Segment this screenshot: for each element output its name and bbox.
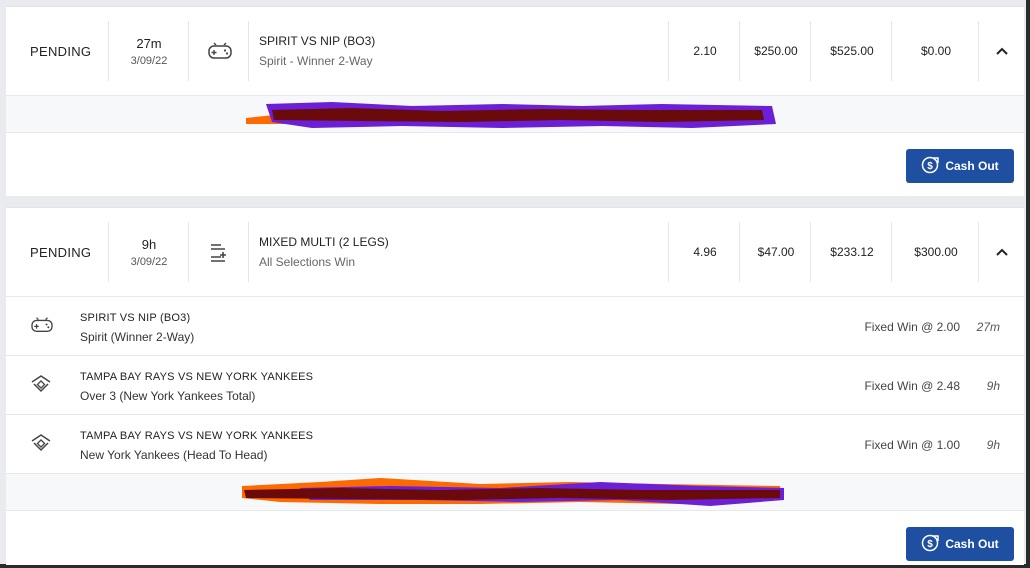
- time-ago: 9h: [141, 236, 157, 252]
- leg-selection: Over 3 (New York Yankees Total): [80, 389, 256, 403]
- bet-date: 3/09/22: [130, 255, 168, 268]
- baseball-diamond-icon: [30, 374, 52, 399]
- column-divider: [891, 21, 892, 81]
- bet-status: PENDING: [30, 244, 92, 260]
- leg-price: Fixed Win @ 2.48: [864, 379, 960, 393]
- bet-summary-row[interactable]: PENDING 27m 3/09/22 SPIRIT VS NIP (BO3) …: [6, 7, 1024, 96]
- event-info: SPIRIT VS NIP (BO3) Spirit - Winner 2-Wa…: [259, 7, 375, 95]
- column-divider: [248, 21, 249, 81]
- leg-price: Fixed Win @ 2.00: [864, 320, 960, 334]
- gamepad-icon: [206, 7, 234, 95]
- column-divider: [739, 21, 740, 81]
- column-divider: [978, 21, 979, 81]
- cash-out-button[interactable]: $ Cash Out: [906, 149, 1014, 183]
- odds-value: 4.96: [693, 245, 717, 259]
- column-divider: [188, 222, 189, 282]
- multi-leg-row: TAMPA BAY RAYS VS NEW YORK YANKEES Over …: [6, 356, 1024, 415]
- event-title: MIXED MULTI (2 LEGS): [259, 235, 389, 249]
- column-divider: [810, 222, 811, 282]
- column-divider: [668, 21, 669, 81]
- stake-value: $47.00: [757, 245, 795, 259]
- leg-time: 9h: [986, 438, 1000, 452]
- gamepad-icon: [30, 315, 54, 340]
- event-info: MIXED MULTI (2 LEGS) All Selections Win: [259, 208, 389, 296]
- column-divider: [739, 222, 740, 282]
- bet-card: PENDING 27m 3/09/22 SPIRIT VS NIP (BO3) …: [6, 6, 1024, 196]
- stake-value: $250.00: [754, 44, 798, 58]
- selection-text: Spirit - Winner 2-Way: [259, 54, 373, 68]
- leg-price: Fixed Win @ 1.00: [864, 438, 960, 452]
- column-divider: [188, 21, 189, 81]
- returns-value: $233.12: [830, 245, 874, 259]
- leg-time: 9h: [986, 379, 1000, 393]
- column-divider: [668, 222, 669, 282]
- baseball-diamond-icon: [30, 433, 52, 458]
- cash-value: $0.00: [920, 44, 952, 58]
- leg-time: 27m: [976, 320, 1000, 334]
- bet-time: 27m 3/09/22: [110, 7, 188, 95]
- column-divider: [810, 21, 811, 81]
- bet-summary-row[interactable]: PENDING 9h 3/09/22 MIXED MULTI (2 LEGS) …: [6, 208, 1024, 297]
- column-divider: [248, 222, 249, 282]
- leg-title: TAMPA BAY RAYS VS NEW YORK YANKEES: [80, 371, 314, 383]
- cash-out-icon: $: [921, 534, 940, 555]
- bet-status: PENDING: [30, 43, 92, 59]
- cash-out-button[interactable]: $ Cash Out: [906, 527, 1014, 561]
- redaction-scribble: [246, 102, 776, 128]
- returns-value: $525.00: [830, 44, 874, 58]
- bet-card: PENDING 9h 3/09/22 MIXED MULTI (2 LEGS) …: [6, 207, 1024, 565]
- cash-out-label: Cash Out: [945, 159, 999, 173]
- leg-selection: Spirit (Winner 2-Way): [80, 330, 195, 344]
- chevron-up-icon[interactable]: [982, 208, 1022, 296]
- multi-leg-row: TAMPA BAY RAYS VS NEW YORK YANKEES New Y…: [6, 415, 1024, 474]
- column-divider: [108, 222, 109, 282]
- odds-value: 2.10: [693, 44, 717, 58]
- multi-bet-icon: [206, 208, 234, 296]
- redacted-area: [6, 96, 1024, 133]
- column-divider: [891, 222, 892, 282]
- window-edge-right: [1026, 0, 1030, 568]
- chevron-up-icon[interactable]: [982, 7, 1022, 95]
- bet-time: 9h 3/09/22: [110, 208, 188, 296]
- redaction-scribble: [242, 478, 784, 506]
- multi-leg-row: SPIRIT VS NIP (BO3) Spirit (Winner 2-Way…: [6, 297, 1024, 356]
- bet-date: 3/09/22: [130, 54, 168, 67]
- leg-title: SPIRIT VS NIP (BO3): [80, 312, 191, 324]
- cash-out-label: Cash Out: [945, 537, 999, 551]
- leg-selection: New York Yankees (Head To Head): [80, 448, 268, 462]
- redacted-area: [6, 474, 1024, 511]
- svg-text:$: $: [928, 161, 934, 172]
- cash-value: $300.00: [914, 245, 958, 259]
- svg-text:$: $: [928, 539, 934, 550]
- column-divider: [108, 21, 109, 81]
- column-divider: [978, 222, 979, 282]
- leg-title: TAMPA BAY RAYS VS NEW YORK YANKEES: [80, 430, 314, 442]
- event-title: SPIRIT VS NIP (BO3): [259, 34, 376, 48]
- time-ago: 27m: [136, 35, 162, 51]
- cash-out-icon: $: [921, 156, 940, 177]
- selection-text: All Selections Win: [259, 255, 356, 269]
